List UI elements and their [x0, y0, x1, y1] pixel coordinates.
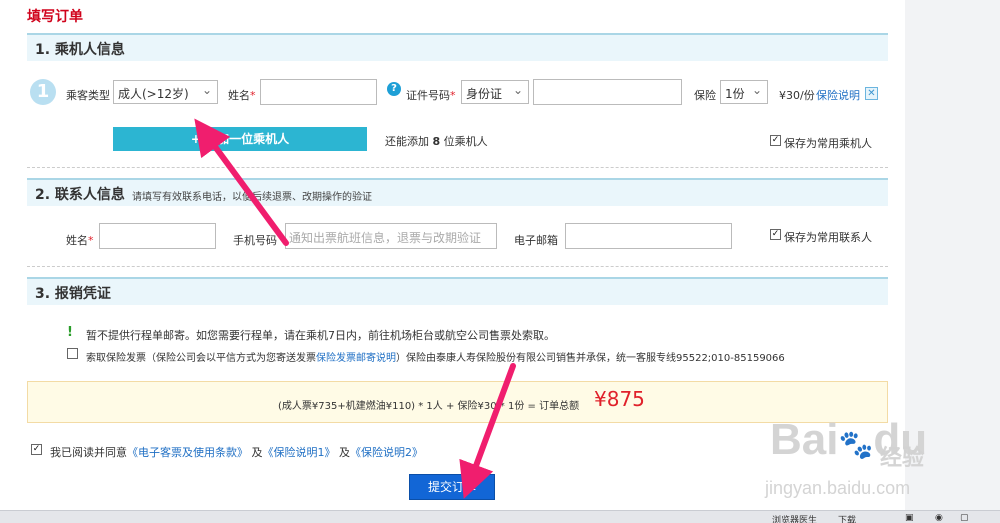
annotation-arrows	[194, 118, 516, 499]
tray-icon[interactable]: ▢	[960, 513, 969, 523]
taskbar: 浏览器医生 下载 ▣ ◉ ▢	[0, 510, 1000, 523]
ie-icon[interactable]: ◉	[935, 513, 943, 523]
arrow-to-submit	[459, 363, 516, 499]
arrow-to-add-passenger	[194, 118, 289, 246]
tray-icon[interactable]: ▣	[905, 513, 914, 523]
download-item[interactable]: 下载	[838, 513, 856, 523]
browser-doctor-item[interactable]: 浏览器医生	[772, 513, 817, 523]
